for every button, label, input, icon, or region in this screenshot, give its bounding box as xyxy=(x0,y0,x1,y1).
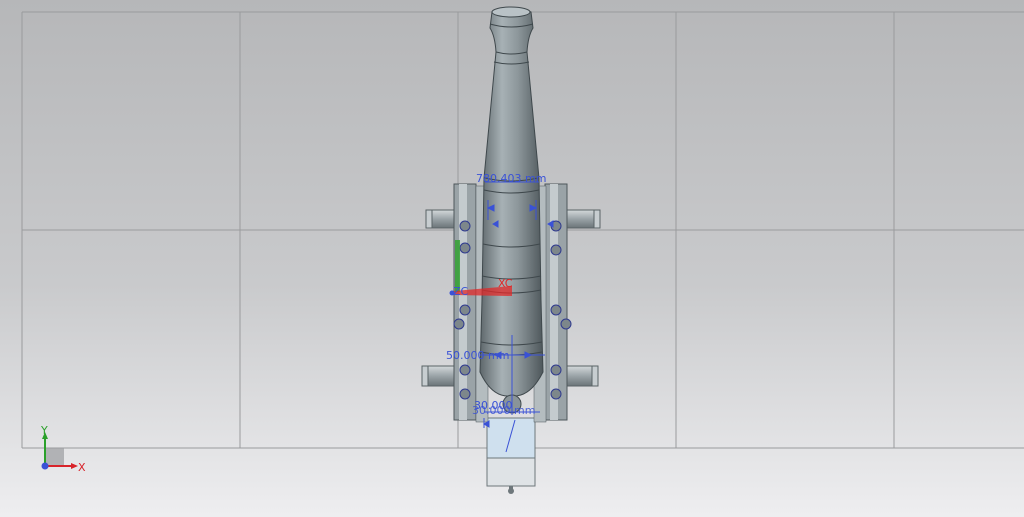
dimension-bottom-2[interactable]: 30.000 mm xyxy=(472,404,535,417)
triad-x-label: X xyxy=(78,461,86,474)
wcs-xc-label: XC xyxy=(498,277,513,290)
view-triad[interactable]: Y X xyxy=(40,424,86,474)
dimension-middle[interactable]: 50.000 mm xyxy=(446,349,509,362)
cannon-model[interactable] xyxy=(421,6,601,494)
graphics-viewport[interactable]: XC ZC 780.403 mm 50.000 mm 30.000 30.000… xyxy=(0,0,1024,517)
cad-scene[interactable]: XC ZC 780.403 mm 50.000 mm 30.000 30.000… xyxy=(0,0,1024,517)
triad-y-label: Y xyxy=(40,424,48,437)
trail-block-front[interactable] xyxy=(486,417,536,459)
dimension-top[interactable]: 780.403 mm xyxy=(476,172,546,185)
muzzle[interactable] xyxy=(491,6,531,18)
wcs-zc-label: ZC xyxy=(453,285,469,298)
